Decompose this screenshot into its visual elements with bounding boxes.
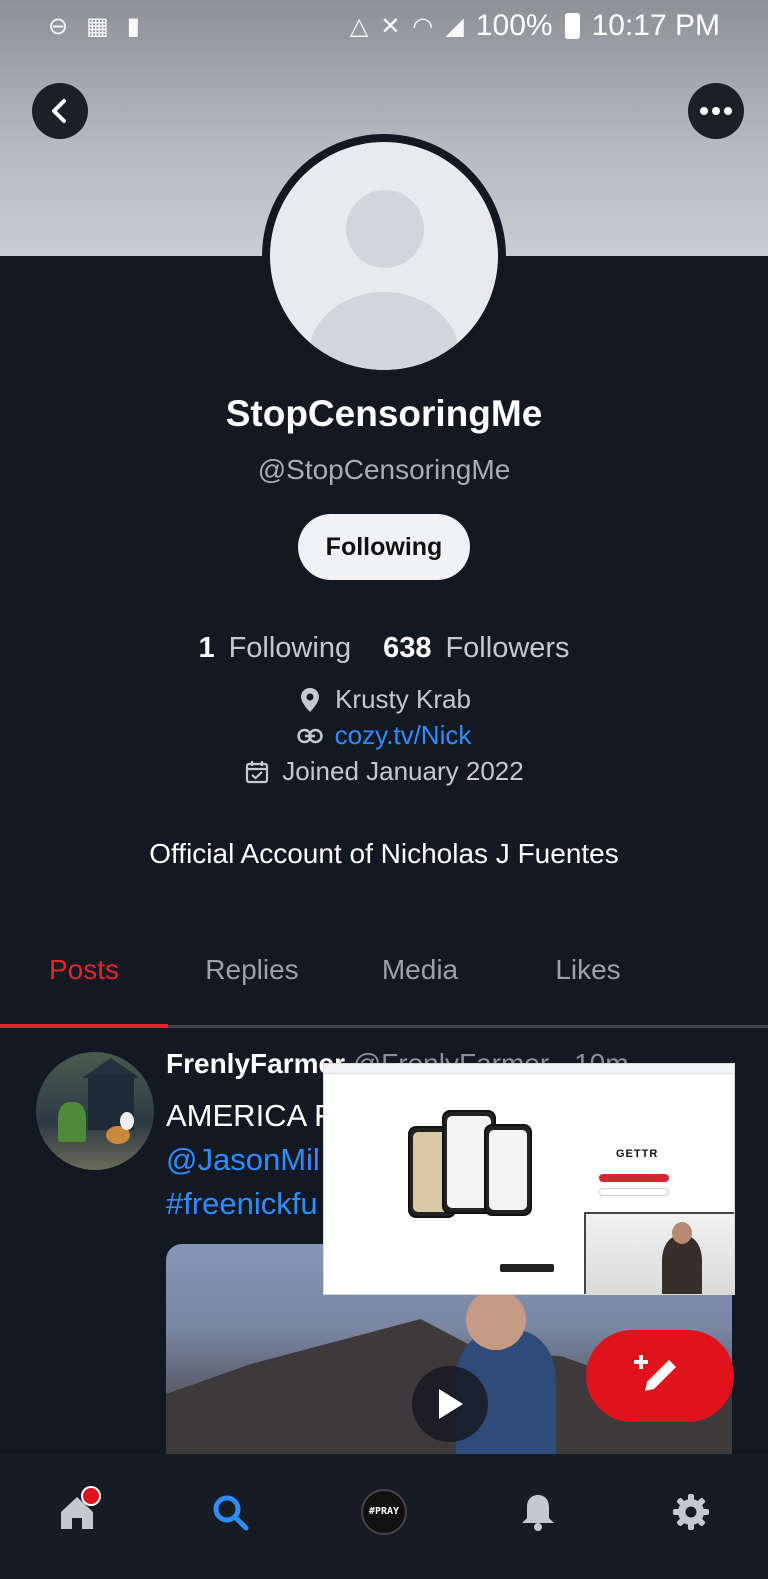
chevron-left-icon	[52, 99, 66, 123]
nav-home[interactable]	[37, 1472, 117, 1552]
pip-browser-bar	[324, 1064, 734, 1074]
battery-icon	[564, 13, 580, 39]
following-label: Following	[228, 632, 352, 664]
tab-posts[interactable]: Posts	[0, 940, 168, 1028]
pip-create-account-button	[599, 1174, 669, 1182]
nav-pray[interactable]: #PRAY	[344, 1472, 424, 1552]
notification-dot	[80, 1485, 101, 1506]
followers-stat[interactable]: 638 Followers	[383, 632, 569, 665]
tab-replies[interactable]: Replies	[168, 940, 336, 1025]
joined-row: Joined January 2022	[0, 756, 768, 787]
calendar-icon	[244, 759, 270, 785]
signal-icon: ◢	[445, 12, 464, 40]
screenshot-icon: ▦	[86, 12, 109, 40]
play-button[interactable]	[412, 1366, 488, 1442]
status-bar: ⊖ ▦ ▮ △ ✕ ◠ ◢ 100% 10:17 PM	[0, 0, 768, 52]
battery-saver-icon: ▮	[126, 12, 141, 40]
profile-avatar[interactable]	[262, 134, 506, 378]
pip-phone-mockup	[484, 1124, 532, 1216]
back-button[interactable]	[32, 83, 88, 139]
post-author-name: FrenlyFarmer	[166, 1048, 345, 1079]
post-hashtag[interactable]: #freenickfu	[166, 1186, 318, 1222]
bottom-navigation: #PRAY	[0, 1454, 768, 1579]
following-button[interactable]: Following	[298, 514, 470, 580]
wifi-icon: ◠	[412, 12, 434, 40]
post-text-line: AMERICA F	[166, 1098, 334, 1133]
picture-in-picture-window[interactable]: GETTR	[323, 1063, 735, 1295]
following-stat[interactable]: 1 Following	[198, 632, 351, 665]
battery-percent: 100%	[475, 9, 553, 42]
website-row: cozy.tv/Nick	[0, 720, 768, 751]
data-saver-icon: △	[349, 12, 369, 40]
mute-icon: ✕	[380, 12, 401, 40]
profile-bio: Official Account of Nicholas J Fuentes	[149, 838, 619, 869]
nav-search[interactable]	[190, 1472, 270, 1552]
location-pin-icon	[297, 687, 323, 713]
pip-webcam-feed	[584, 1212, 734, 1294]
nav-settings[interactable]	[651, 1472, 731, 1552]
link-icon	[296, 723, 323, 749]
display-name: StopCensoringMe	[225, 393, 543, 434]
do-not-disturb-icon: ⊖	[48, 12, 69, 40]
settings-icon	[673, 1493, 710, 1530]
nav-notifications[interactable]	[498, 1472, 578, 1552]
website-link[interactable]: cozy.tv/Nick	[335, 720, 472, 751]
location-text: Krusty Krab	[335, 684, 471, 714]
clock: 10:17 PM	[591, 9, 720, 42]
post-author-avatar[interactable]	[36, 1052, 154, 1170]
user-handle: @StopCensoringMe	[257, 454, 511, 485]
followers-count: 638	[383, 632, 432, 664]
compose-pencil-icon	[634, 1355, 676, 1391]
joined-text: Joined January 2022	[282, 756, 524, 786]
search-icon	[213, 1495, 249, 1530]
bell-icon	[521, 1494, 554, 1531]
profile-tabs: Posts Replies Media Likes	[0, 940, 768, 1028]
default-avatar-icon	[270, 142, 498, 370]
pip-login-button	[599, 1188, 669, 1196]
compose-post-button[interactable]	[586, 1330, 734, 1422]
play-icon	[439, 1389, 463, 1419]
followers-label: Followers	[445, 632, 570, 664]
pip-app-store-badges	[500, 1264, 554, 1272]
tab-media[interactable]: Media	[336, 940, 504, 1025]
post-mention[interactable]: @JasonMil	[166, 1142, 320, 1178]
pray-icon: #PRAY	[360, 1488, 407, 1535]
profile-screen: ⊖ ▦ ▮ △ ✕ ◠ ◢ 100% 10:17 PM StopCensorin…	[0, 0, 768, 1579]
more-options-button[interactable]	[688, 83, 744, 139]
following-count: 1	[198, 632, 215, 664]
pip-gettr-logo: GETTR	[616, 1148, 659, 1160]
tab-likes[interactable]: Likes	[504, 940, 672, 1025]
more-horizontal-icon	[700, 107, 732, 115]
follow-stats: 1 Following 638 Followers	[0, 632, 768, 665]
location-row: Krusty Krab	[0, 684, 768, 715]
